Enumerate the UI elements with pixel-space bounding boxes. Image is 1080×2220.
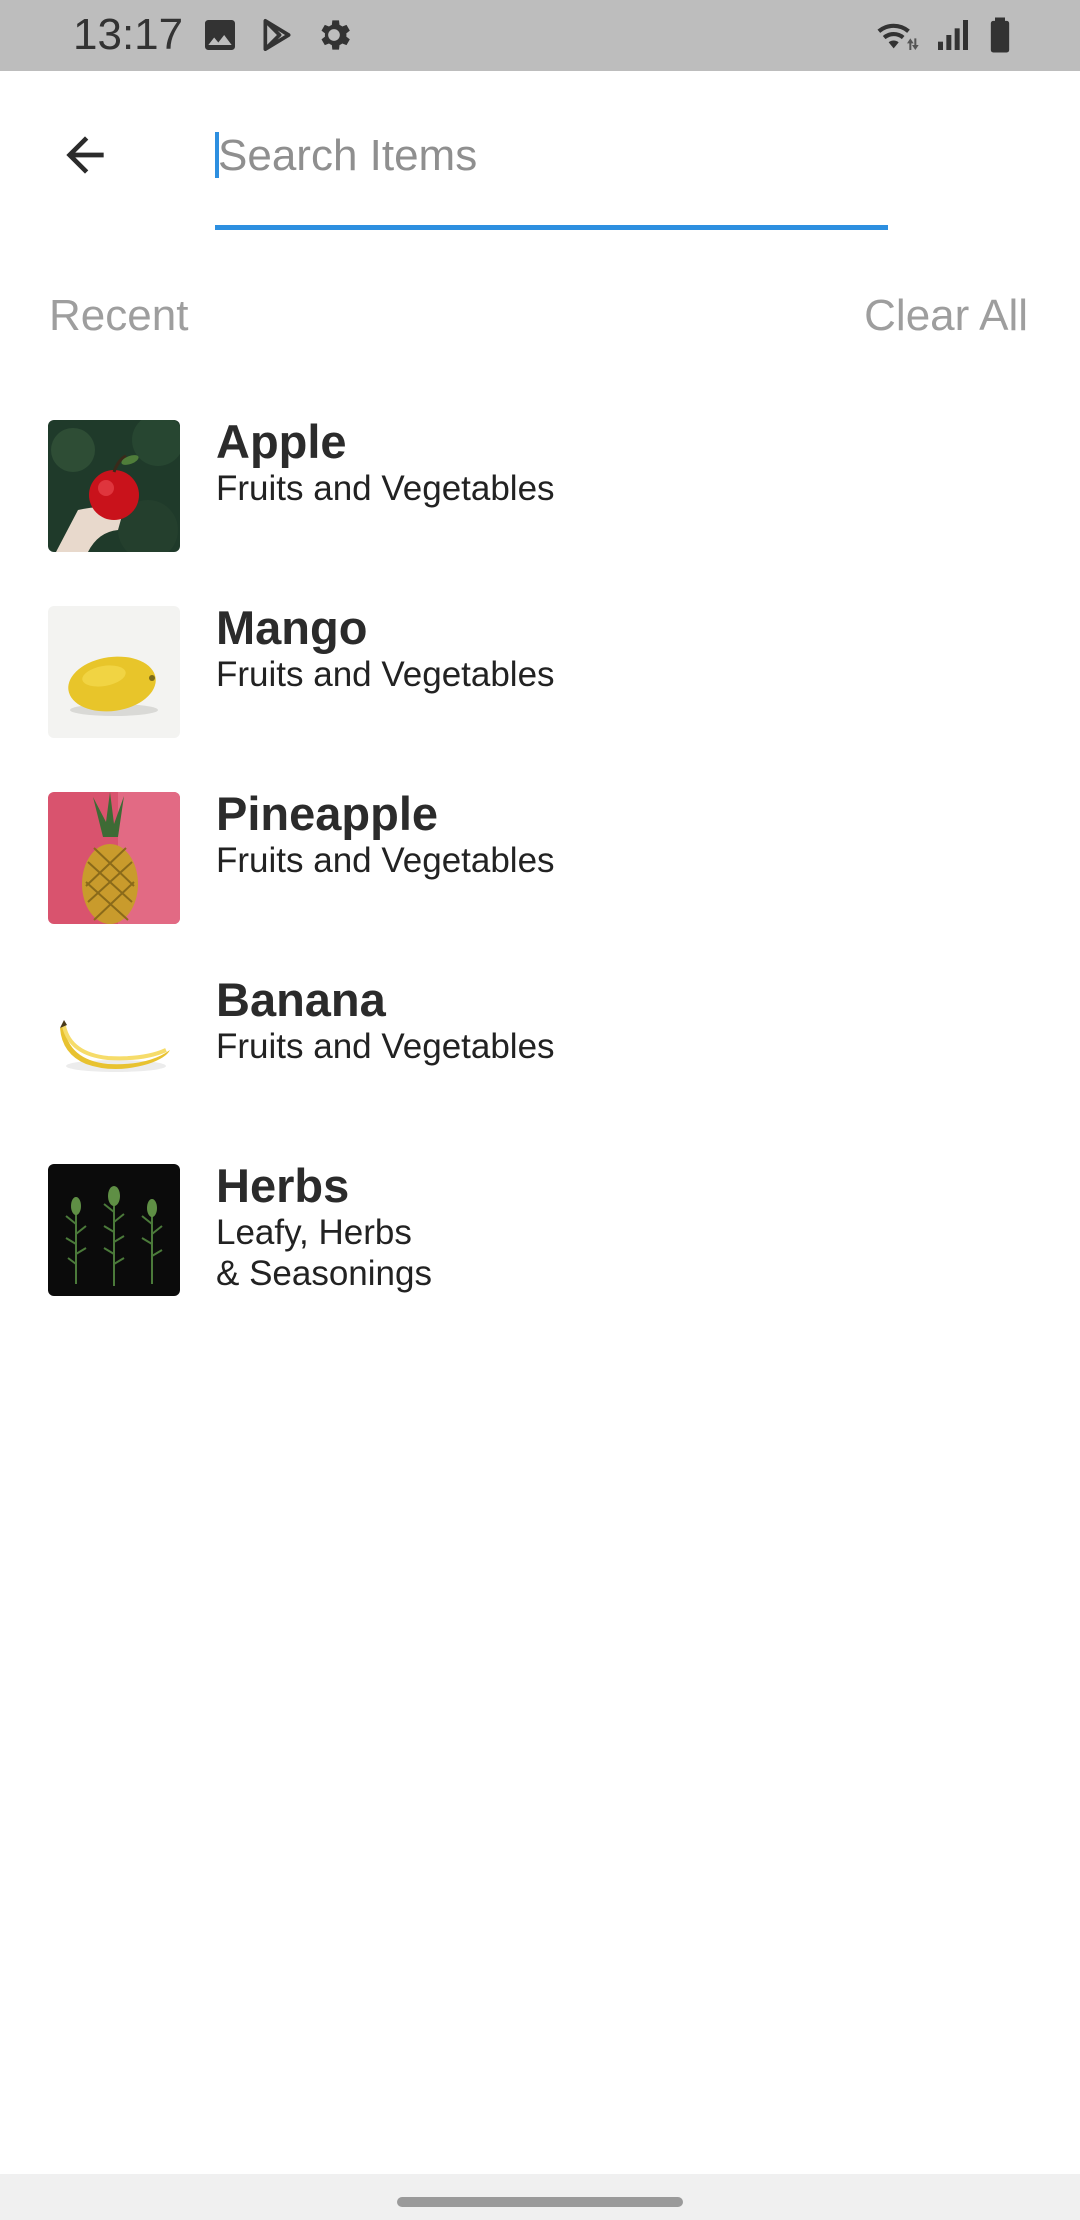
settings-gear-icon bbox=[314, 15, 354, 55]
battery-icon bbox=[980, 15, 1020, 55]
arrow-back-icon bbox=[66, 136, 104, 174]
image-icon bbox=[200, 15, 240, 55]
back-button[interactable] bbox=[40, 115, 130, 195]
recent-item-mango[interactable]: Mango Fruits and Vegetables bbox=[48, 601, 1038, 741]
play-store-icon bbox=[257, 15, 297, 55]
item-title: Pineapple bbox=[216, 787, 439, 840]
search-screen: 13:17 Recent Clear All bbox=[0, 0, 1080, 2220]
banana-thumbnail bbox=[48, 978, 180, 1110]
item-title: Banana bbox=[216, 973, 386, 1026]
clear-all-button[interactable]: Clear All bbox=[864, 290, 1028, 342]
wifi-icon bbox=[873, 15, 921, 55]
system-nav-bar bbox=[0, 2174, 1080, 2220]
home-indicator[interactable] bbox=[397, 2197, 683, 2207]
item-title: Mango bbox=[216, 601, 368, 654]
item-category: Fruits and Vegetables bbox=[216, 1027, 555, 1066]
apple-thumbnail bbox=[48, 420, 180, 552]
cell-signal-icon bbox=[933, 15, 973, 55]
item-title: Apple bbox=[216, 415, 347, 468]
recent-label: Recent bbox=[49, 291, 189, 340]
mango-thumbnail bbox=[48, 606, 180, 738]
item-category: Leafy, Herbs & Seasonings bbox=[216, 1213, 432, 1293]
recent-item-apple[interactable]: Apple Fruits and Vegetables bbox=[48, 415, 1038, 555]
text-cursor bbox=[215, 132, 219, 178]
status-bar: 13:17 bbox=[0, 0, 1080, 71]
recent-item-herbs[interactable]: Herbs Leafy, Herbs & Seasonings bbox=[48, 1159, 1038, 1344]
item-category: Fruits and Vegetables bbox=[216, 469, 555, 508]
item-title: Herbs bbox=[216, 1159, 350, 1212]
search-input[interactable] bbox=[215, 118, 888, 194]
recent-item-banana[interactable]: Banana Fruits and Vegetables bbox=[48, 973, 1038, 1113]
pineapple-thumbnail bbox=[48, 792, 180, 924]
status-time: 13:17 bbox=[73, 10, 184, 59]
herbs-thumbnail bbox=[48, 1164, 180, 1296]
search-field[interactable] bbox=[215, 118, 888, 230]
recent-item-pineapple[interactable]: Pineapple Fruits and Vegetables bbox=[48, 787, 1038, 927]
item-category: Fruits and Vegetables bbox=[216, 841, 555, 880]
item-category: Fruits and Vegetables bbox=[216, 655, 555, 694]
